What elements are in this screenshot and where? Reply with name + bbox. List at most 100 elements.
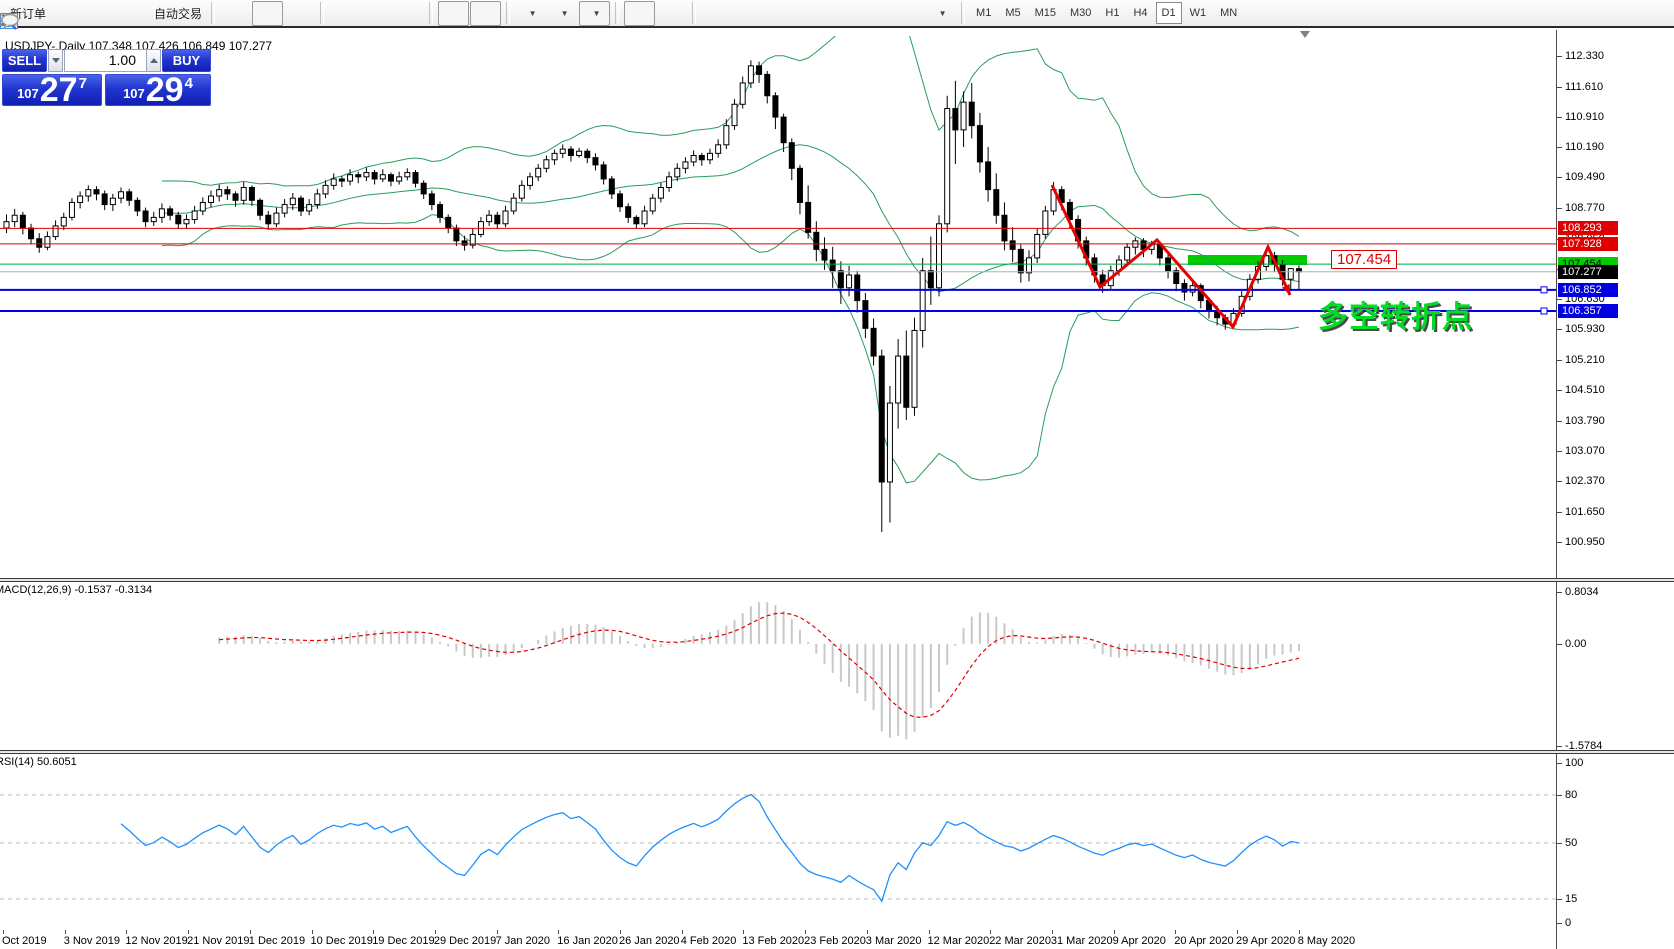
fibonacci-button[interactable]: F [829,1,860,26]
timeframe-button-m1[interactable]: M1 [970,2,997,24]
buy-button[interactable]: BUY [162,49,211,72]
candle [994,173,999,223]
bollinger-middle-band [162,145,1299,292]
trendline-button[interactable] [765,1,796,26]
timeframe-button-mn[interactable]: MN [1214,2,1243,24]
volume-increase-button[interactable] [146,49,161,72]
date-axis-tick [1237,930,1238,934]
candle [495,212,500,229]
volume-decrease-button[interactable] [48,49,63,72]
timeframe-button-w1[interactable]: W1 [1184,2,1213,24]
highlight-rectangle[interactable] [1188,255,1307,265]
mt4-window: 新订单 自动交易 [0,0,1674,949]
candle [863,293,868,338]
date-axis-label: 13 Feb 2020 [742,935,804,947]
timeframe-button-m5[interactable]: M5 [999,2,1026,24]
date-axis-label: 21 Nov 2019 [187,935,249,947]
macd-panel[interactable] [0,582,1556,750]
date-axis-tick [1175,930,1176,934]
candle [69,198,74,220]
equidistant-channel-button[interactable]: E [797,1,828,26]
periods-button[interactable]: ▼ [547,1,578,26]
tile-windows-button[interactable] [393,1,424,26]
volume-input[interactable]: 1.00 [64,49,147,72]
candle [667,172,672,192]
level-price-tag[interactable]: 106.357 [1558,304,1618,318]
candle [1010,227,1015,262]
candle [789,138,794,180]
price-axis-tick [1557,87,1562,88]
sell-button[interactable]: SELL [2,49,47,72]
toolbar-separator [692,2,696,24]
candle [511,193,516,214]
sell-price[interactable]: 107 27 7 [2,74,102,106]
price-callout-label[interactable]: 107.454 [1331,250,1397,269]
panel-splitter[interactable] [0,578,1674,582]
arrows-button[interactable]: ▼ [925,1,956,26]
timeframe-button-d1[interactable]: D1 [1156,2,1182,24]
text-button[interactable]: A [861,1,892,26]
level-price-tag[interactable]: 107.928 [1558,237,1618,251]
price-axis-tick [1557,56,1562,57]
candle [519,180,524,201]
metaeditor-button[interactable] [51,1,82,26]
macd-indicator-label: MACD(12,26,9) -0.1537 -0.3134 [0,584,152,596]
candle [446,214,451,233]
level-price-tag[interactable]: 106.852 [1558,283,1618,297]
date-axis-label: 29 Dec 2019 [434,935,496,947]
timeframe-button-h4[interactable]: H4 [1127,2,1153,24]
autotrading-button[interactable]: 自动交易 [147,1,206,26]
timeframe-button-m15[interactable]: M15 [1029,2,1062,24]
crosshair-button[interactable] [656,1,687,26]
panel-splitter[interactable] [0,750,1674,754]
date-axis-label: 4 Feb 2020 [681,935,737,947]
line-handle[interactable] [1541,287,1547,293]
candle [1174,267,1179,291]
date-axis[interactable]: Oct 20193 Nov 201912 Nov 201921 Nov 2019… [0,930,1556,949]
price-axis-tick-label: 103.070 [1565,445,1605,457]
templates-button[interactable]: ▼ [579,1,610,26]
buy-price[interactable]: 107 29 4 [105,74,211,106]
annotation-note-text[interactable]: 多空转折点 [1318,292,1473,336]
current-price-tag[interactable]: 107.277 [1558,265,1618,279]
candle [953,81,958,164]
text-label-button[interactable]: T [893,1,924,26]
zoom-out-button[interactable] [361,1,392,26]
cursor-button[interactable] [624,1,655,26]
rsi-scale-label: 80 [1565,789,1577,801]
candle [945,96,950,233]
vertical-line-button[interactable] [701,1,732,26]
dropdown-arrow-icon: ▼ [939,9,947,18]
date-axis-tick [558,930,559,934]
candle [356,172,361,184]
date-axis-tick [1114,930,1115,934]
candle [626,203,631,223]
auto-scroll-button[interactable] [438,1,469,26]
chart-shift-marker[interactable] [1300,31,1310,38]
timeframe-button-h1[interactable]: H1 [1099,2,1125,24]
timeframe-group: M1M5M15M30H1H4D1W1MN [970,2,1243,24]
price-axis-tick [1557,390,1562,391]
timeframe-button-m30[interactable]: M30 [1064,2,1097,24]
indicators-button[interactable]: ▼ [515,1,546,26]
candle [348,169,353,185]
candle [119,188,124,204]
rsi-panel[interactable] [0,754,1556,930]
line-handle[interactable] [1541,308,1547,314]
price-axis[interactable]: 112.330111.610110.910110.190109.490108.7… [1556,30,1674,949]
level-price-tag[interactable]: 108.293 [1558,221,1618,235]
signals-button[interactable] [115,1,146,26]
rsi-scale-label: 50 [1565,837,1577,849]
bar-chart-button[interactable] [220,1,251,26]
price-axis-tick-label: 105.210 [1565,354,1605,366]
rsi-line [121,795,1299,902]
chart-shift-button[interactable] [470,1,501,26]
zoom-in-button[interactable] [329,1,360,26]
horizontal-line-button[interactable] [733,1,764,26]
line-chart-button[interactable] [284,1,315,26]
community-button[interactable] [83,1,114,26]
candle [37,233,42,253]
candlestick-chart-button[interactable] [252,1,283,26]
date-axis-label: 1 Dec 2019 [249,935,305,947]
candle [225,186,230,200]
